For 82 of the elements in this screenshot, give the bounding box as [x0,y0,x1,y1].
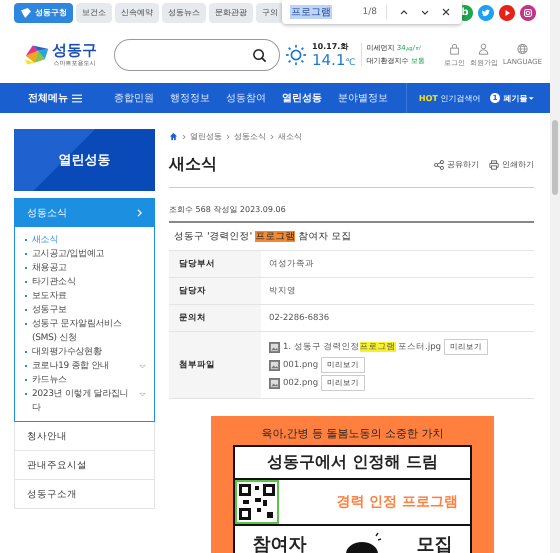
submenu-item[interactable]: 대외평가수상현황 [25,345,146,359]
submenu-item[interactable]: 타기관소식 [25,275,146,289]
nav-item[interactable]: 분야별정보 [330,91,396,105]
submenu-item[interactable]: 채용공고 [25,261,146,275]
submenu-item[interactable]: 보도자료 [25,289,146,303]
poster-text: 참여자 [252,533,306,553]
field-value: 02-2286-6836 [261,304,534,332]
nav-item[interactable]: 종합민원 [106,91,162,105]
chevron-icon [226,134,230,140]
camera-icon[interactable] [520,4,536,20]
post-meta: 조회수 568 작성일 2023.09.06 [169,188,534,223]
poster-program-title: 경력 인정 프로그램 [336,493,458,511]
twitter-icon[interactable] [478,4,494,20]
submenu-item[interactable]: 성동구보 [25,303,146,317]
site-tab[interactable]: 성동구청 [14,2,73,22]
play-icon[interactable] [499,4,515,20]
map-icon [20,8,32,18]
breadcrumb-link[interactable]: 성동소식 [234,131,266,142]
site-tab[interactable]: 보건소 [76,2,112,22]
person-icon [478,42,490,54]
attachment-link[interactable]: 1. 성동구 경력인정 프로그램 포스터.jpg [283,341,442,353]
nav-item[interactable]: 행정정보 [162,91,218,105]
submenu-item[interactable]: 새소식 [25,233,146,247]
submenu-item[interactable]: 성동구 문자알림서비스(SMS) 신청 [25,317,146,345]
nav-item[interactable]: 열린성동 [274,91,330,105]
poster-tagline: 육아,간병 등 돌봄노동의 소중한 가치 [260,426,445,441]
site-tab[interactable]: 신속예약 [115,2,159,22]
search-field[interactable] [114,39,280,71]
submenu-item[interactable]: 카드뉴스 [25,373,146,387]
temperature: 14.1℃ [312,52,356,69]
weather-date: 10.17.화 [312,41,350,52]
sun-icon [285,44,307,66]
globe-icon [516,42,528,54]
field-label: 첨부파일 [169,332,261,398]
logo-icon[interactable] [24,43,50,67]
sidebar-item[interactable]: 성동구소개 [14,480,155,509]
breadcrumb-link[interactable]: 새소식 [278,131,302,142]
scrollbar-thumb[interactable] [552,120,558,195]
close-icon[interactable] [441,7,451,17]
image-file-icon [269,360,280,370]
field-value: 여성가족과 [261,251,534,278]
breadcrumb-link[interactable]: 열린성동 [190,131,222,142]
submenu-item[interactable]: 코로나19 종합 안내 [25,359,146,373]
match-count: 1/8 [362,7,377,17]
page-title: 새소식 [169,154,217,175]
all-menu-button[interactable]: 전체메뉴 [28,91,82,105]
hot-keywords-label: HOT 인기검색어 [418,92,480,104]
field-label: 담당부서 [169,251,261,278]
printer-icon [489,160,499,170]
poster-text: 모집 [416,533,452,553]
menu-icon [72,94,82,102]
submenu-item[interactable]: 2023년 이렇게 달라집니다 [25,387,146,415]
print-button[interactable]: 인쇄하기 [489,159,534,170]
site-tab[interactable]: 구의 [256,2,284,22]
caret-icon[interactable] [528,96,534,100]
lock-icon [448,42,460,54]
attachment-link[interactable]: 001.png [283,360,318,370]
chevron-icon [137,209,142,217]
scrollbar[interactable] [550,0,560,553]
field-label: 문의처 [169,304,261,332]
search-icon[interactable] [252,48,267,62]
hot-keyword-link[interactable]: 폐기물 [504,92,528,104]
home-icon[interactable] [169,132,178,141]
nav-item[interactable]: 성동참여 [218,91,274,105]
chevron-icon [270,134,274,140]
share-icon [434,160,444,170]
field-value: 박지영 [261,278,534,304]
submenu-item[interactable]: 고시공고/입법예고 [25,247,146,261]
site-tab[interactable]: 문화관광 [209,2,253,22]
sidebar-item[interactable]: 청사안내 [14,422,155,451]
find-query[interactable]: 프로그램 [290,5,332,19]
section-title: 열린성동 [58,152,110,169]
poster-headline: 성동구에서 인정해 드림 [266,451,438,473]
logo-name[interactable]: 성동구 [52,42,97,59]
image-file-icon [269,378,280,388]
share-button[interactable]: 공유하기 [434,159,479,170]
chevron-icon [182,134,186,140]
image-file-icon [269,342,280,352]
attachment-link[interactable]: 002.png [283,378,318,388]
field-label: 담당자 [169,278,261,304]
sidebar-item[interactable]: 관내주요시설 [14,451,155,480]
site-tab[interactable]: 성동뉴스 [162,2,206,22]
